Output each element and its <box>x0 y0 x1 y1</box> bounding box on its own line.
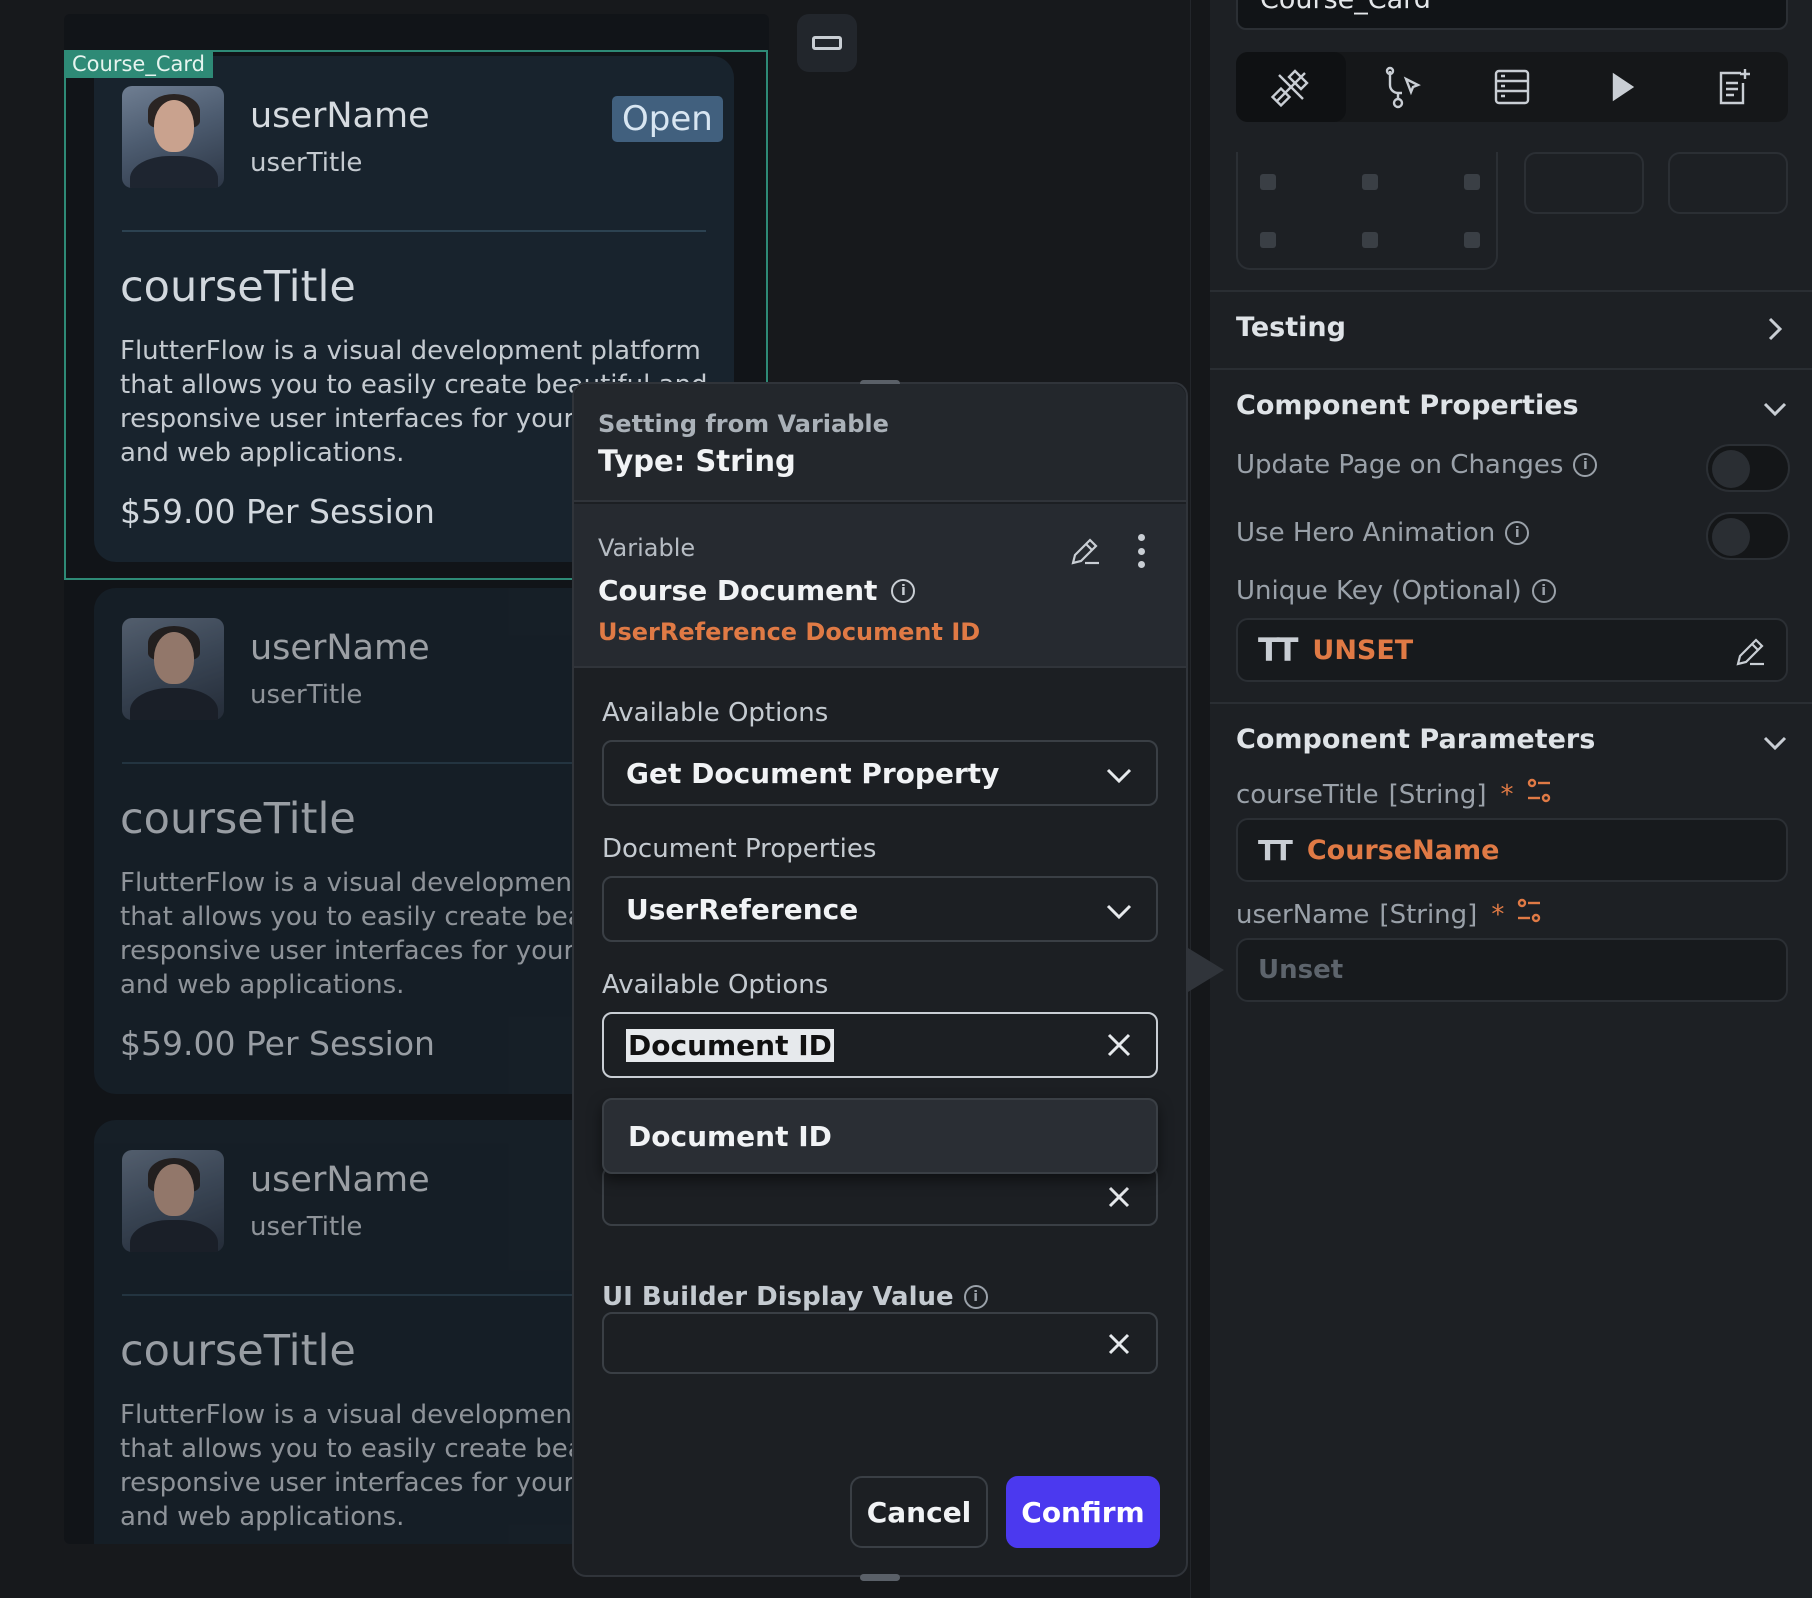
avatar <box>122 618 224 720</box>
section-divider <box>1210 368 1812 370</box>
info-icon[interactable]: i <box>1505 521 1530 545</box>
tab-animation[interactable] <box>1567 52 1677 122</box>
actions-icon <box>1385 66 1421 109</box>
edit-icon[interactable] <box>1068 534 1102 572</box>
edit-icon[interactable] <box>1732 634 1768 670</box>
available-options-search-input[interactable]: Document ID <box>602 1012 1158 1078</box>
user-name-param-value: Unset <box>1258 955 1344 985</box>
parameter-options-icon[interactable] <box>1514 896 1544 933</box>
documentation-icon <box>1719 69 1750 105</box>
card-user-title: userTitle <box>250 1212 363 1242</box>
ui-builder-display-label: UI Builder Display Value i <box>602 1282 988 1312</box>
drag-handle-bottom[interactable] <box>860 1574 900 1581</box>
canvas-toggle-button[interactable] <box>797 14 857 72</box>
tab-actions[interactable] <box>1346 52 1456 122</box>
available-options-label-2: Available Options <box>602 970 829 1000</box>
document-properties-label: Document Properties <box>602 834 877 864</box>
status-badge: Open <box>612 96 723 142</box>
hero-animation-label: Use Hero Animation i <box>1236 518 1530 548</box>
animation-play-icon <box>1613 72 1635 102</box>
variable-reference: UserReference Document ID <box>598 618 981 646</box>
text-type-icon: TT <box>1258 631 1298 669</box>
available-options-select[interactable]: Get Document Property <box>602 740 1158 806</box>
chevron-down-icon[interactable] <box>1762 396 1787 418</box>
properties-icon <box>1271 69 1309 108</box>
variable-name: Course Document i <box>598 574 916 607</box>
set-from-variable-dialog: Setting from Variable Type: String Varia… <box>572 380 1188 1581</box>
size-width-box[interactable] <box>1524 152 1644 214</box>
unique-key-value: UNSET <box>1312 634 1414 666</box>
size-height-box[interactable] <box>1668 152 1788 214</box>
info-icon[interactable]: i <box>891 578 916 603</box>
course-title-param-field[interactable]: TT CourseName <box>1236 818 1788 882</box>
cancel-button[interactable]: Cancel <box>850 1476 988 1548</box>
info-icon[interactable]: i <box>963 1285 988 1309</box>
clear-icon[interactable] <box>1104 1329 1134 1366</box>
panel-tabs <box>1236 52 1788 122</box>
update-page-label: Update Page on Changes i <box>1236 450 1598 480</box>
chevron-right-icon[interactable] <box>1762 316 1784 341</box>
more-options-icon[interactable] <box>1136 534 1146 568</box>
panel-resize-handle[interactable] <box>1190 0 1210 1598</box>
card-price: $59.00 Per Session <box>120 1024 435 1063</box>
component-parameters-header[interactable]: Component Parameters <box>1236 724 1595 755</box>
ui-builder-display-input[interactable] <box>602 1312 1158 1374</box>
dropdown-option-document-id[interactable]: Document ID <box>602 1098 1158 1174</box>
alignment-grid[interactable] <box>1236 152 1498 270</box>
chevron-down-icon[interactable] <box>1762 730 1787 752</box>
info-icon[interactable]: i <box>1573 453 1598 477</box>
properties-panel: Course_Card Testing <box>1210 0 1812 1598</box>
card-user-name: userName <box>250 1160 430 1200</box>
card-divider <box>122 230 706 232</box>
chevron-down-icon <box>1104 896 1134 933</box>
dialog-header: Setting from Variable Type: String <box>574 384 1186 502</box>
flutterflow-builder: userName userTitle Open courseTitle Flut… <box>0 0 1812 1598</box>
tab-documentation[interactable] <box>1678 52 1788 122</box>
clear-icon[interactable] <box>1104 1182 1134 1219</box>
selected-component-tag[interactable]: Course_Card <box>64 50 213 78</box>
empty-option-field[interactable] <box>602 1166 1158 1226</box>
card-course-title: courseTitle <box>120 1326 356 1376</box>
info-icon[interactable]: i <box>1531 579 1556 603</box>
confirm-button[interactable]: Confirm <box>1006 1476 1160 1548</box>
component-properties-header[interactable]: Component Properties <box>1236 390 1579 421</box>
card-user-name: userName <box>250 628 430 668</box>
unique-key-field[interactable]: TT UNSET <box>1236 618 1788 682</box>
dialog-type: Type: String <box>598 444 796 478</box>
user-name-param-field[interactable]: Unset <box>1236 938 1788 1002</box>
component-name-field[interactable]: Course_Card <box>1236 0 1788 30</box>
card-course-title: courseTitle <box>120 262 356 312</box>
card-price: $59.00 Per Session <box>120 492 435 531</box>
avatar <box>122 1150 224 1252</box>
section-divider <box>1210 702 1812 704</box>
parameter-options-icon[interactable] <box>1524 776 1554 813</box>
avatar <box>122 86 224 188</box>
course-title-param-label: courseTitle [String] * <box>1236 776 1554 813</box>
update-page-toggle[interactable] <box>1706 444 1790 492</box>
chevron-down-icon <box>1104 760 1134 797</box>
variable-label: Variable <box>598 534 696 562</box>
card-user-title: userTitle <box>250 148 363 178</box>
document-properties-select[interactable]: UserReference <box>602 876 1158 942</box>
card-course-title: courseTitle <box>120 794 356 844</box>
course-title-param-value: CourseName <box>1306 834 1500 866</box>
available-options-label: Available Options <box>602 698 829 728</box>
testing-section[interactable]: Testing <box>1236 312 1346 343</box>
hero-animation-toggle[interactable] <box>1706 512 1790 560</box>
backend-query-icon <box>1494 69 1530 105</box>
section-divider <box>1210 290 1812 292</box>
popover-arrow <box>1188 948 1224 992</box>
tab-properties[interactable] <box>1236 52 1347 122</box>
card-user-title: userTitle <box>250 680 363 710</box>
user-name-param-label: userName [String] * <box>1236 896 1544 933</box>
variable-summary: Variable Course Document i UserReference… <box>574 504 1186 668</box>
card-user-name: userName <box>250 96 430 136</box>
clear-icon[interactable] <box>1104 1030 1134 1067</box>
tab-backend-query[interactable] <box>1457 52 1567 122</box>
collapse-icon <box>812 36 842 50</box>
unique-key-label: Unique Key (Optional) i <box>1236 576 1556 606</box>
text-type-icon: TT <box>1258 833 1293 867</box>
dialog-subtitle: Setting from Variable <box>598 410 889 438</box>
